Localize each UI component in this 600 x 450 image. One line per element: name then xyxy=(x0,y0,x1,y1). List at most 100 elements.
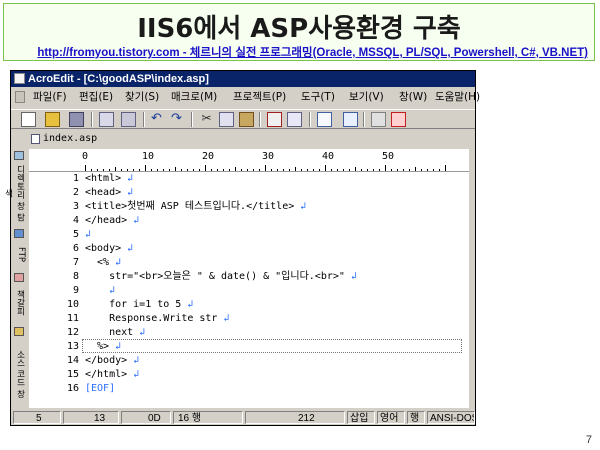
ruler-tick xyxy=(283,169,284,171)
ftp-icon[interactable] xyxy=(14,229,24,238)
ruler-tick xyxy=(445,165,446,171)
eol-mark: ↲ xyxy=(109,285,116,296)
slide-page-number: 7 xyxy=(585,434,592,446)
eol-mark: ↲ xyxy=(115,257,122,268)
code-text: </head> xyxy=(85,215,128,226)
code-line: 3 <title>첫번째 ASP 테스트입니다.</title> ↲ xyxy=(29,200,469,214)
eof-marker: [EOF] xyxy=(85,383,116,394)
eol-mark: ↲ xyxy=(350,271,357,282)
menu-tools[interactable]: 도구(T) xyxy=(301,88,335,106)
menu-window[interactable]: 창(W) xyxy=(399,88,427,106)
menu-edit[interactable]: 편집(E) xyxy=(79,88,113,106)
menu-file[interactable]: 파일(F) xyxy=(33,88,67,106)
ruler-tick xyxy=(175,167,176,171)
bookmark-panel-icon[interactable] xyxy=(14,273,24,282)
ruler-tick xyxy=(265,165,266,171)
undo-icon[interactable]: ↶ xyxy=(149,112,164,127)
line-number: 15 xyxy=(66,369,79,380)
side-label-ftp[interactable]: FTP xyxy=(12,241,26,269)
code-editor[interactable]: 1 <html> ↲ 2 <head> ↲ 3 <title>첫번째 ASP 테스트입… xyxy=(29,172,469,408)
ruler-tick xyxy=(295,167,296,171)
ruler-tick xyxy=(271,169,272,171)
redo-icon[interactable]: ↷ xyxy=(169,112,184,127)
code-text: <title>첫번째 ASP 테스트입니다.</title> xyxy=(85,201,295,212)
ruler-tick xyxy=(343,169,344,171)
eol-mark: ↲ xyxy=(133,369,140,380)
ruler-label: 40 xyxy=(322,151,335,162)
line-number: 6 xyxy=(72,243,79,254)
open-folder-icon[interactable] xyxy=(45,112,60,127)
ruler-tick xyxy=(331,169,332,171)
ruler-tick xyxy=(97,169,98,171)
current-line-highlight xyxy=(82,339,462,353)
list-icon[interactable] xyxy=(343,112,358,127)
file-tab-label: index.asp xyxy=(43,133,98,144)
ruler-tick xyxy=(421,169,422,171)
toolbar: ↶ ↷ ✂ xyxy=(11,109,475,129)
ruler-tick xyxy=(103,169,104,171)
slide-header: IIS6에서 ASP사용환경 구축 http://fromyou.tistory… xyxy=(3,3,595,61)
paste-icon[interactable] xyxy=(239,112,254,127)
ruler-tick xyxy=(373,169,374,171)
file-tab[interactable]: index.asp xyxy=(29,132,469,146)
menu-find[interactable]: 찾기(S) xyxy=(125,88,159,106)
find-icon[interactable] xyxy=(287,112,302,127)
code-line: 1 <html> ↲ xyxy=(29,172,469,186)
blog-link[interactable]: http://fromyou.tistory.com - 체르니의 실전 프로그… xyxy=(37,44,588,60)
vertical-scrollbar[interactable] xyxy=(469,149,475,408)
cut-icon[interactable]: ✂ xyxy=(199,112,214,127)
menu-document-icon[interactable] xyxy=(15,91,25,103)
menu-project[interactable]: 프로젝트(P) xyxy=(233,88,286,106)
line-number: 3 xyxy=(72,201,79,212)
ruler-tick xyxy=(337,169,338,171)
ruler-tick xyxy=(379,169,380,171)
save-icon[interactable] xyxy=(69,112,84,127)
code-text: for i=1 to 5 xyxy=(85,299,182,310)
new-file-icon[interactable] xyxy=(21,112,36,127)
option-icon[interactable] xyxy=(371,112,386,127)
side-label-directory[interactable]: 디렉토리 창 탐색 xyxy=(3,163,26,223)
ruler-label: 30 xyxy=(262,151,275,162)
side-label-bookmark[interactable]: 책갈피 xyxy=(12,285,26,321)
menu-view[interactable]: 보기(V) xyxy=(349,88,384,106)
run-icon[interactable] xyxy=(391,112,406,127)
status-line-mode[interactable]: 행 xyxy=(407,411,425,424)
status-input-language[interactable]: 영어 xyxy=(377,411,405,424)
ruler-tick xyxy=(235,167,236,171)
status-file-size: 212 xyxy=(245,411,345,424)
ruler-tick xyxy=(301,169,302,171)
line-number: 8 xyxy=(72,271,79,282)
status-total-lines: 16 행 xyxy=(173,411,243,424)
line-number: 1 xyxy=(72,173,79,184)
ruler-tick xyxy=(241,169,242,171)
directory-icon[interactable] xyxy=(14,151,24,160)
source-panel-icon[interactable] xyxy=(14,327,24,336)
copy-icon[interactable] xyxy=(219,112,234,127)
side-label-source[interactable]: 소스 코드 창 xyxy=(12,339,26,409)
status-column: 5 xyxy=(13,411,61,424)
menu-macro[interactable]: 매크로(M) xyxy=(171,88,217,106)
print-icon[interactable] xyxy=(121,112,136,127)
code-text: </html> xyxy=(85,369,128,380)
ruler-tick xyxy=(439,169,440,171)
ruler-tick xyxy=(361,169,362,171)
print-preview-icon[interactable] xyxy=(99,112,114,127)
bookmark-icon[interactable] xyxy=(267,112,282,127)
ruler-tick xyxy=(319,169,320,171)
status-insert-mode[interactable]: 삽입 xyxy=(347,411,375,424)
document-icon[interactable] xyxy=(317,112,332,127)
code-text: <body> xyxy=(85,243,122,254)
menu-help[interactable]: 도움말(H) xyxy=(435,88,480,106)
status-encoding[interactable]: ANSI-DOS xyxy=(427,411,475,424)
ruler-tick xyxy=(349,169,350,171)
ruler-tick xyxy=(247,169,248,171)
ruler-tick xyxy=(181,169,182,171)
ruler-tick xyxy=(385,165,386,171)
window-titlebar[interactable]: AcroEdit - [C:\goodASP\index.asp] xyxy=(11,71,475,87)
line-number: 7 xyxy=(72,257,79,268)
eol-mark: ↲ xyxy=(187,299,194,310)
line-number: 9 xyxy=(72,285,79,296)
code-line: 2 <head> ↲ xyxy=(29,186,469,200)
ruler-tick xyxy=(211,169,212,171)
ruler-tick xyxy=(115,167,116,171)
